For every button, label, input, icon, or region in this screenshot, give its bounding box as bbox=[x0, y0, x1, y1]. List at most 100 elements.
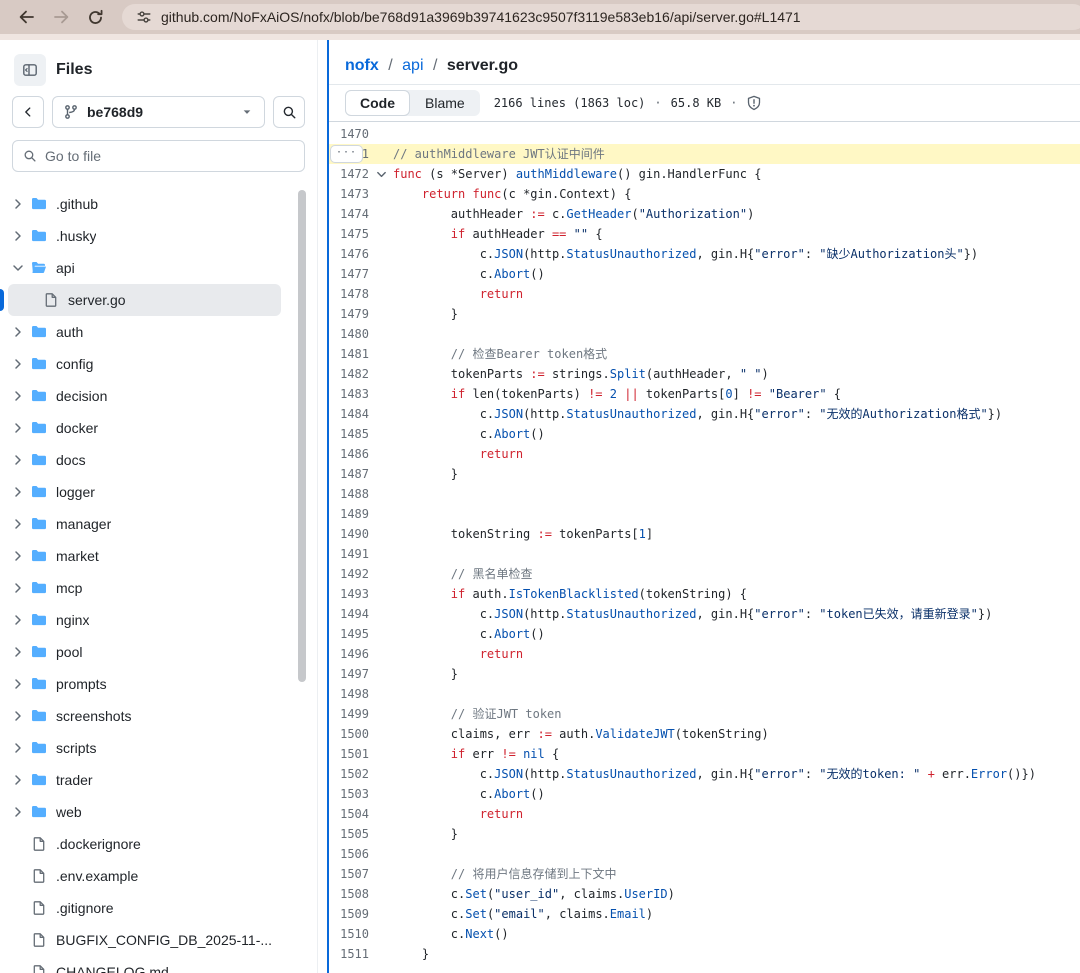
line-number[interactable]: 1486 bbox=[329, 444, 369, 464]
reload-button[interactable] bbox=[78, 3, 112, 31]
line-number[interactable]: 1507 bbox=[329, 864, 369, 884]
line-number[interactable]: 1472 bbox=[329, 164, 369, 184]
line-number[interactable]: 1511 bbox=[329, 944, 369, 964]
line-number[interactable]: 1482 bbox=[329, 364, 369, 384]
line-number[interactable]: 1474 bbox=[329, 204, 369, 224]
history-back-button[interactable] bbox=[12, 96, 44, 128]
tree-item-docs[interactable]: docs bbox=[8, 444, 281, 476]
line-number[interactable]: 1505 bbox=[329, 824, 369, 844]
tree-item-pool[interactable]: pool bbox=[8, 636, 281, 668]
line-number[interactable]: 1499 bbox=[329, 704, 369, 724]
line-number[interactable]: 1506 bbox=[329, 844, 369, 864]
chevron-right-icon[interactable] bbox=[12, 710, 30, 722]
chevron-right-icon[interactable] bbox=[12, 518, 30, 530]
chevron-right-icon[interactable] bbox=[12, 742, 30, 754]
collapse-sidebar-button[interactable] bbox=[14, 54, 46, 86]
branch-selector[interactable]: be768d9 bbox=[52, 96, 265, 128]
tree-item-nginx[interactable]: nginx bbox=[8, 604, 281, 636]
pane-divider[interactable] bbox=[318, 40, 329, 973]
line-number[interactable]: 1484 bbox=[329, 404, 369, 424]
line-number[interactable]: 1488 bbox=[329, 484, 369, 504]
line-number[interactable]: 1492 bbox=[329, 564, 369, 584]
back-button[interactable] bbox=[10, 3, 44, 31]
tree-item-server.go[interactable]: server.go bbox=[8, 284, 281, 316]
expand-range-button[interactable]: ··· bbox=[330, 145, 363, 163]
tree-item-.env.example[interactable]: .env.example bbox=[8, 860, 281, 892]
line-number[interactable]: 1491 bbox=[329, 544, 369, 564]
tree-item-docker[interactable]: docker bbox=[8, 412, 281, 444]
tree-item-manager[interactable]: manager bbox=[8, 508, 281, 540]
line-number[interactable]: 1487 bbox=[329, 464, 369, 484]
chevron-right-icon[interactable] bbox=[12, 774, 30, 786]
tree-item-logger[interactable]: logger bbox=[8, 476, 281, 508]
line-number[interactable]: 1473 bbox=[329, 184, 369, 204]
tree-item-scripts[interactable]: scripts bbox=[8, 732, 281, 764]
tab-code[interactable]: Code bbox=[345, 90, 410, 116]
tree-item-auth[interactable]: auth bbox=[8, 316, 281, 348]
chevron-right-icon[interactable] bbox=[12, 646, 30, 658]
tree-item-.gitignore[interactable]: .gitignore bbox=[8, 892, 281, 924]
tree-item-config[interactable]: config bbox=[8, 348, 281, 380]
tree-item-mcp[interactable]: mcp bbox=[8, 572, 281, 604]
line-number[interactable]: 1501 bbox=[329, 744, 369, 764]
breadcrumb-repo-link[interactable]: nofx bbox=[345, 57, 379, 74]
go-to-file-input[interactable]: Go to file bbox=[12, 140, 305, 172]
line-number[interactable]: 1479 bbox=[329, 304, 369, 324]
line-number[interactable]: 1475 bbox=[329, 224, 369, 244]
line-number[interactable]: 1485 bbox=[329, 424, 369, 444]
address-bar[interactable]: github.com/NoFxAiOS/nofx/blob/be768d91a3… bbox=[122, 4, 1080, 30]
line-number[interactable]: 1497 bbox=[329, 664, 369, 684]
tree-item-web[interactable]: web bbox=[8, 796, 281, 828]
line-number[interactable]: 1503 bbox=[329, 784, 369, 804]
search-this-repo-button[interactable] bbox=[273, 96, 305, 128]
chevron-right-icon[interactable] bbox=[12, 486, 30, 498]
line-number[interactable]: 1480 bbox=[329, 324, 369, 344]
tree-item-CHANGELOG.md[interactable]: CHANGELOG.md bbox=[8, 956, 281, 973]
line-number[interactable]: 1481 bbox=[329, 344, 369, 364]
tree-item-.github[interactable]: .github bbox=[8, 188, 281, 220]
fold-chevron-icon[interactable] bbox=[369, 164, 393, 184]
line-number[interactable]: 1478 bbox=[329, 284, 369, 304]
tree-item-prompts[interactable]: prompts bbox=[8, 668, 281, 700]
chevron-right-icon[interactable] bbox=[12, 422, 30, 434]
chevron-right-icon[interactable] bbox=[12, 358, 30, 370]
line-number[interactable]: 1510 bbox=[329, 924, 369, 944]
forward-button[interactable] bbox=[44, 3, 78, 31]
line-number[interactable]: 1495 bbox=[329, 624, 369, 644]
tree-item-BUGFIX_CONFIG_DB_2025-11-...[interactable]: BUGFIX_CONFIG_DB_2025-11-... bbox=[8, 924, 281, 956]
chevron-right-icon[interactable] bbox=[12, 390, 30, 402]
line-number[interactable]: 1500 bbox=[329, 724, 369, 744]
chevron-right-icon[interactable] bbox=[12, 678, 30, 690]
line-number[interactable]: 1508 bbox=[329, 884, 369, 904]
shield-alert-icon[interactable] bbox=[746, 95, 762, 111]
line-number[interactable]: 1493 bbox=[329, 584, 369, 604]
chevron-right-icon[interactable] bbox=[12, 454, 30, 466]
chevron-down-icon[interactable] bbox=[12, 262, 30, 274]
sidebar-scrollbar[interactable] bbox=[298, 190, 306, 682]
chevron-right-icon[interactable] bbox=[12, 614, 30, 626]
line-number[interactable]: 1502 bbox=[329, 764, 369, 784]
site-settings-icon[interactable] bbox=[136, 9, 152, 25]
line-number[interactable]: 1494 bbox=[329, 604, 369, 624]
chevron-right-icon[interactable] bbox=[12, 806, 30, 818]
line-number[interactable]: 1483 bbox=[329, 384, 369, 404]
tab-blame[interactable]: Blame bbox=[410, 90, 480, 116]
line-number[interactable]: 1490 bbox=[329, 524, 369, 544]
line-number[interactable]: 1504 bbox=[329, 804, 369, 824]
breadcrumb-dir-link[interactable]: api bbox=[402, 57, 423, 74]
chevron-right-icon[interactable] bbox=[12, 326, 30, 338]
tree-item-.husky[interactable]: .husky bbox=[8, 220, 281, 252]
chevron-right-icon[interactable] bbox=[12, 230, 30, 242]
tree-item-decision[interactable]: decision bbox=[8, 380, 281, 412]
tree-item-trader[interactable]: trader bbox=[8, 764, 281, 796]
tree-item-.dockerignore[interactable]: .dockerignore bbox=[8, 828, 281, 860]
line-number[interactable]: 1489 bbox=[329, 504, 369, 524]
chevron-right-icon[interactable] bbox=[12, 550, 30, 562]
chevron-right-icon[interactable] bbox=[12, 198, 30, 210]
line-number[interactable]: 1476 bbox=[329, 244, 369, 264]
line-number[interactable]: 1477 bbox=[329, 264, 369, 284]
tree-item-market[interactable]: market bbox=[8, 540, 281, 572]
line-number[interactable]: 1498 bbox=[329, 684, 369, 704]
line-number[interactable]: 1496 bbox=[329, 644, 369, 664]
chevron-right-icon[interactable] bbox=[12, 582, 30, 594]
